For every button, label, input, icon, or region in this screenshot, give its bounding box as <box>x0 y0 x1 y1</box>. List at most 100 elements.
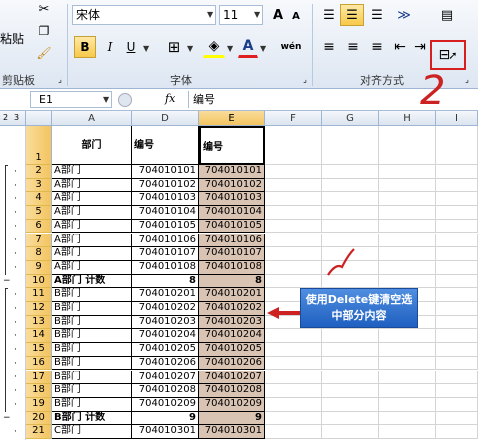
font-name-dropdown-icon[interactable]: ▼ <box>207 10 213 19</box>
cell-e[interactable]: 704010104 <box>199 206 265 220</box>
cell-e[interactable]: 704010105 <box>199 219 265 234</box>
row-header[interactable]: 8 <box>26 247 52 261</box>
grow-font-button[interactable]: A <box>270 5 286 25</box>
empty-cell[interactable] <box>265 329 322 344</box>
row-header[interactable]: 13 <box>26 315 52 330</box>
font-size-dropdown-icon[interactable]: ▼ <box>254 10 260 19</box>
decrease-indent-icon[interactable]: ⇤ <box>390 36 410 58</box>
empty-cell[interactable] <box>265 178 322 193</box>
empty-cell[interactable] <box>436 247 478 261</box>
column-header-f[interactable]: F <box>265 111 322 126</box>
align-middle-icon[interactable]: ☰ <box>340 4 364 26</box>
cell-d[interactable]: 704010209 <box>132 397 199 412</box>
empty-cell[interactable] <box>436 370 478 385</box>
cell-a[interactable]: A部门 <box>52 247 132 261</box>
font-color-dropdown-icon[interactable]: ▼ <box>260 44 266 53</box>
row-header[interactable]: 11 <box>26 288 52 302</box>
empty-cell[interactable] <box>436 384 478 398</box>
row-header[interactable]: 7 <box>26 233 52 248</box>
empty-cell[interactable] <box>379 192 436 207</box>
underline-dropdown-icon[interactable]: ▼ <box>143 44 149 53</box>
font-launcher-icon[interactable]: ⌟ <box>300 74 310 84</box>
empty-cell[interactable] <box>379 233 436 248</box>
cell-a[interactable]: B部门 <box>52 302 132 316</box>
cell-d[interactable]: 704010201 <box>132 288 199 302</box>
empty-cell[interactable] <box>265 126 322 165</box>
italic-button[interactable]: I <box>100 36 120 58</box>
empty-cell[interactable] <box>436 425 478 439</box>
empty-cell[interactable] <box>265 370 322 385</box>
empty-cell[interactable] <box>436 315 478 330</box>
row-header[interactable]: 12 <box>26 302 52 316</box>
cell-a[interactable]: A部门 <box>52 165 132 179</box>
cell-d[interactable]: 704010107 <box>132 247 199 261</box>
empty-cell[interactable] <box>322 206 379 220</box>
cell-d[interactable]: 704010108 <box>132 260 199 275</box>
empty-cell[interactable] <box>265 384 322 398</box>
align-top-icon[interactable]: ☰ <box>318 4 340 26</box>
outline-level-3-button[interactable]: 3 <box>14 113 19 122</box>
font-color-button[interactable]: A <box>238 36 258 58</box>
alignment-launcher-icon[interactable]: ⌟ <box>462 74 472 84</box>
empty-cell[interactable] <box>436 397 478 412</box>
empty-cell[interactable] <box>436 302 478 316</box>
cell-a[interactable]: A部门 <box>52 206 132 220</box>
empty-cell[interactable] <box>322 384 379 398</box>
empty-cell[interactable] <box>379 329 436 344</box>
row-header[interactable]: 9 <box>26 260 52 275</box>
cell-e[interactable]: 704010201 <box>199 288 265 302</box>
empty-cell[interactable] <box>322 329 379 344</box>
cell-e[interactable]: 9 <box>199 411 265 426</box>
column-header-d[interactable]: D <box>132 111 199 126</box>
cell-d[interactable]: 704010208 <box>132 384 199 398</box>
cell-d[interactable]: 9 <box>132 411 199 426</box>
font-name-combo[interactable]: 宋体 <box>72 5 216 25</box>
empty-cell[interactable] <box>436 192 478 207</box>
phonetic-button[interactable]: wén <box>276 36 306 58</box>
empty-cell[interactable] <box>265 411 322 426</box>
worksheet-grid[interactable]: 2 3 A D E F G H I 1 部门 编号 编号 2 A部门 704010101 70… <box>0 111 478 440</box>
increase-indent-icon[interactable]: ⇥ <box>410 36 430 58</box>
outline-collapse-icon[interactable]: − <box>3 414 11 423</box>
empty-cell[interactable] <box>436 219 478 234</box>
empty-cell[interactable] <box>322 397 379 412</box>
cell-d[interactable]: 8 <box>132 274 199 289</box>
cell-e[interactable]: 704010205 <box>199 343 265 357</box>
row-header[interactable]: 18 <box>26 384 52 398</box>
row-header[interactable]: 6 <box>26 219 52 234</box>
name-box[interactable]: E1 <box>30 91 112 108</box>
cell-a[interactable]: B部门 计数 <box>52 411 132 426</box>
column-header-e[interactable]: E <box>199 111 265 126</box>
cell-a[interactable]: B部门 <box>52 370 132 385</box>
empty-cell[interactable] <box>322 356 379 371</box>
empty-cell[interactable] <box>322 411 379 426</box>
cell-d[interactable]: 704010205 <box>132 343 199 357</box>
row-header[interactable]: 21 <box>26 425 52 439</box>
column-header-g[interactable]: G <box>322 111 379 126</box>
cell-d[interactable]: 704010207 <box>132 370 199 385</box>
empty-cell[interactable] <box>265 397 322 412</box>
empty-cell[interactable] <box>265 233 322 248</box>
border-dropdown-icon[interactable]: ▼ <box>187 44 193 53</box>
empty-cell[interactable] <box>436 165 478 179</box>
cell-e[interactable]: 704010209 <box>199 397 265 412</box>
empty-cell[interactable] <box>265 356 322 371</box>
empty-cell[interactable] <box>265 425 322 439</box>
cell-a[interactable]: A部门 <box>52 192 132 207</box>
copy-icon[interactable]: ❐ <box>34 22 54 40</box>
cell-e[interactable]: 704010108 <box>199 260 265 275</box>
cell-e[interactable]: 704010206 <box>199 356 265 371</box>
empty-cell[interactable] <box>322 192 379 207</box>
fill-color-dropdown-icon[interactable]: ▼ <box>227 44 233 53</box>
empty-cell[interactable] <box>436 260 478 275</box>
fill-color-icon[interactable]: ◈ <box>203 36 225 58</box>
empty-cell[interactable] <box>436 356 478 371</box>
empty-cell[interactable] <box>379 397 436 412</box>
row-header[interactable]: 19 <box>26 397 52 412</box>
cell-e[interactable]: 704010101 <box>199 165 265 179</box>
cell-a[interactable]: 部门 <box>52 126 132 165</box>
empty-cell[interactable] <box>379 178 436 193</box>
empty-cell[interactable] <box>436 343 478 357</box>
empty-cell[interactable] <box>436 233 478 248</box>
cell-e[interactable]: 704010301 <box>199 425 265 439</box>
